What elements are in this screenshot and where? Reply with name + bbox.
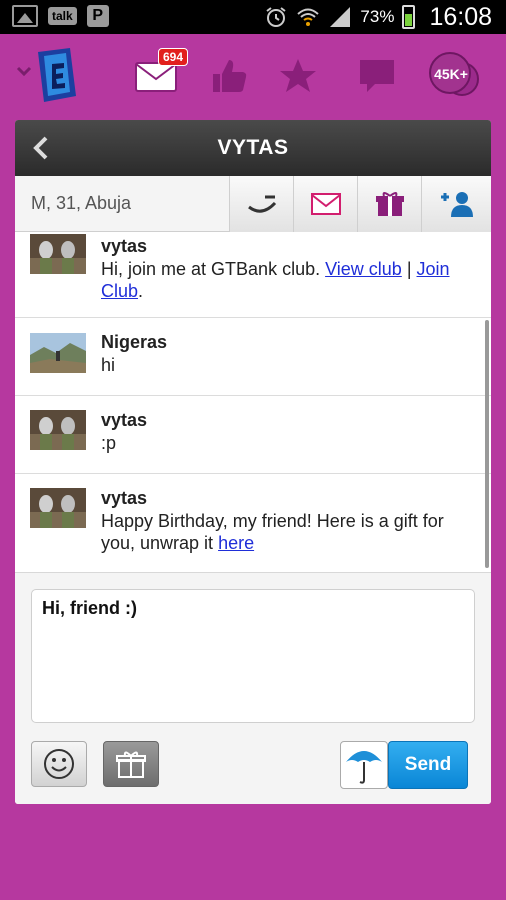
message-text-part: . (138, 281, 144, 301)
umbrella-icon (346, 751, 382, 784)
messages-nav-button[interactable]: 694 (126, 48, 189, 104)
app-logo-icon (16, 48, 76, 102)
profile-info-bar: M, 31, Abuja (15, 176, 491, 232)
battery-icon (402, 5, 416, 29)
avatar[interactable] (30, 333, 86, 373)
send-message-button[interactable] (293, 176, 357, 232)
top-nav: 694 45K+ (0, 34, 506, 120)
battery-percent: 73% (360, 7, 395, 26)
likes-nav-button[interactable] (204, 48, 254, 104)
chat-bubble-icon (360, 60, 394, 92)
chat-nav-button[interactable] (352, 48, 402, 104)
chat-header: VYTAS (15, 120, 491, 176)
send-button[interactable]: Send (388, 741, 468, 789)
message-separator: | (401, 259, 417, 279)
envelope-icon (310, 193, 341, 215)
list-item: vytas Happy Birthday, my friend! Here is… (15, 474, 491, 572)
clock: 16:08 (429, 2, 492, 31)
wink-button[interactable] (229, 176, 293, 232)
mail-count-badge: 694 (158, 48, 189, 66)
gift-icon (375, 192, 404, 216)
gift-icon (116, 751, 146, 778)
message-text-part: Happy Birthday, my friend! Here is a gif… (101, 511, 444, 553)
scrollbar[interactable] (485, 320, 489, 568)
umbrella-button[interactable] (340, 741, 388, 789)
thumbs-up-icon (213, 60, 247, 92)
wink-icon (247, 195, 276, 213)
status-left: talk P (12, 5, 109, 27)
page-title: VYTAS (217, 136, 289, 159)
compose-area: Hi, friend :) Send (15, 572, 491, 804)
talk-notification-icon: talk (48, 7, 77, 25)
list-item: vytas :p (15, 396, 491, 474)
avatar[interactable] (30, 410, 86, 450)
profile-info: M, 31, Abuja (31, 193, 132, 213)
message-author: Nigeras (101, 332, 168, 352)
list-item: Nigeras hi (15, 318, 491, 396)
message-author: vytas (101, 488, 148, 508)
message-author: vytas (101, 236, 148, 256)
alarm-icon (266, 7, 287, 27)
unwrap-gift-link[interactable]: here (218, 533, 254, 553)
favorites-nav-button[interactable] (273, 48, 323, 104)
message-text-part: Hi, join me at GTBank club. (101, 259, 326, 279)
image-notification-icon (12, 5, 38, 27)
star-icon (280, 59, 316, 92)
send-gift-button[interactable] (357, 176, 421, 232)
app-menu-button[interactable] (14, 48, 84, 104)
message-text: Hi, join me at GTBank club. View club | … (101, 258, 481, 302)
message-text: hi (101, 355, 116, 375)
signal-icon (330, 7, 351, 27)
status-right: 73% 16:08 (264, 0, 492, 34)
message-input[interactable]: Hi, friend :) (31, 589, 475, 723)
score-label: 45K+ (434, 66, 468, 82)
message-text: :p (101, 433, 117, 453)
gift-button[interactable] (103, 741, 159, 787)
message-list[interactable]: vytas Hi, join me at GTBank club. View c… (15, 232, 491, 572)
list-item: vytas Hi, join me at GTBank club. View c… (15, 232, 491, 318)
add-user-icon (440, 192, 473, 217)
score-nav-button[interactable]: 45K+ (424, 48, 480, 104)
wifi-icon (297, 8, 320, 26)
message-author: vytas (101, 410, 148, 430)
chat-panel: VYTAS M, 31, Abuja vytas Hi, join me at … (15, 120, 491, 804)
message-text: Happy Birthday, my friend! Here is a gif… (101, 510, 481, 554)
smiley-icon (44, 749, 74, 779)
emoji-button[interactable] (31, 741, 87, 787)
avatar[interactable] (30, 234, 86, 274)
add-friend-button[interactable] (421, 176, 491, 232)
status-bar: talk P 73% 16:08 (0, 0, 506, 34)
view-club-link[interactable]: View club (325, 259, 402, 279)
p-notification-icon: P (86, 5, 109, 27)
avatar[interactable] (30, 488, 86, 528)
